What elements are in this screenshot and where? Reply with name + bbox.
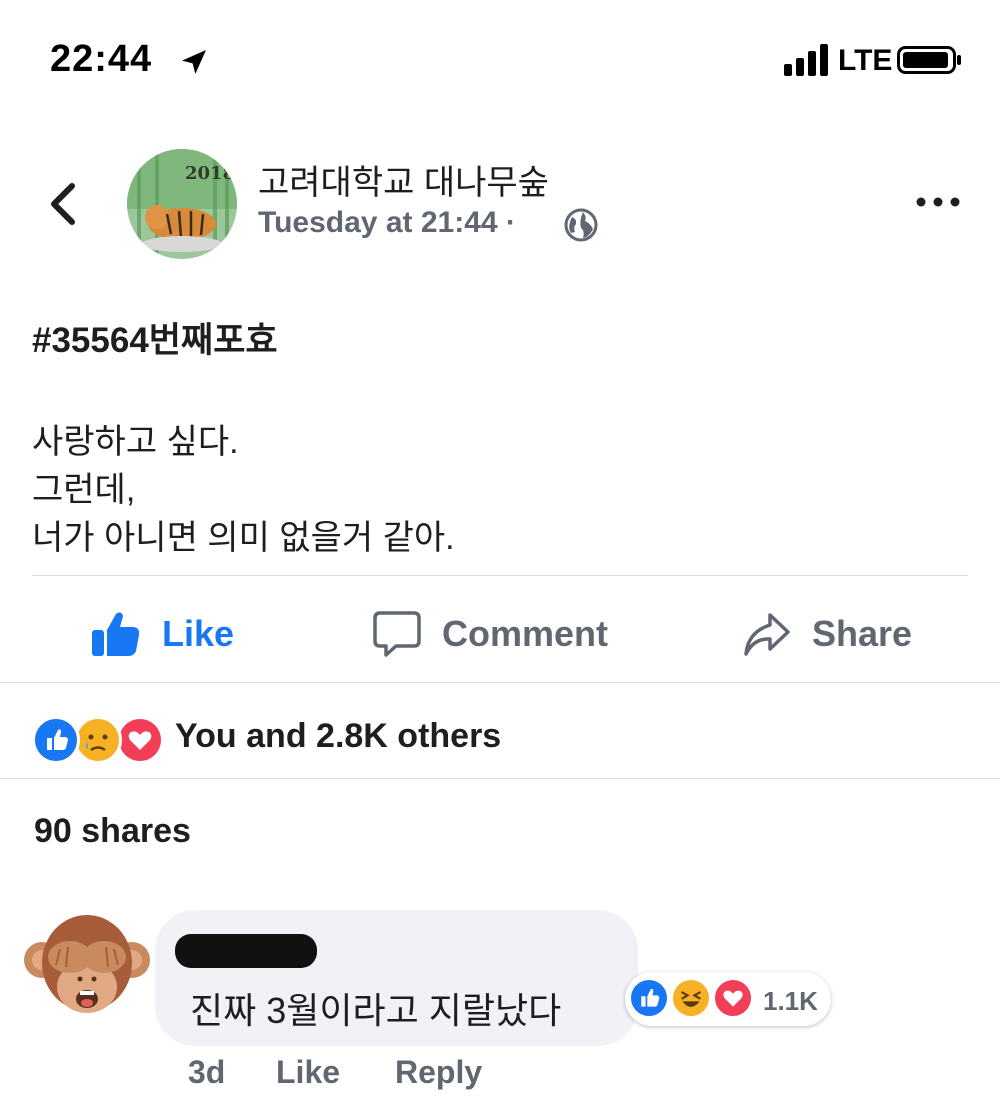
network-type: LTE: [838, 44, 893, 77]
divider: [0, 682, 1000, 683]
back-icon[interactable]: [42, 180, 82, 228]
reaction-summary[interactable]: You and 2.8K others: [175, 717, 501, 756]
tiger-avatar-image: 2018: [127, 149, 237, 259]
post-timestamp[interactable]: Tuesday at 21:44 ·: [258, 206, 516, 240]
like-button[interactable]: Like: [90, 606, 234, 662]
share-arrow-icon: [744, 613, 790, 656]
comment-text: 진짜 3월이라고 지랄났다: [190, 990, 562, 1031]
comment-button[interactable]: Comment: [372, 606, 608, 662]
more-options-icon[interactable]: [913, 192, 963, 212]
reaction-icons[interactable]: [32, 716, 164, 764]
separator-dot: ·: [505, 206, 516, 239]
page-name[interactable]: 고려대학교 대나무숲: [258, 155, 549, 204]
comment-time: 3d: [188, 1054, 226, 1090]
comment-reaction-count: 1.1K: [763, 986, 818, 1016]
comment-label: Comment: [442, 613, 609, 654]
comment-reply-link[interactable]: Reply: [395, 1054, 482, 1091]
comment-like-link[interactable]: Like: [276, 1054, 340, 1091]
like-reaction-icon: [32, 716, 80, 764]
love-reaction-icon: [116, 716, 164, 764]
globe-icon: [564, 208, 598, 242]
comment-reactions[interactable]: 1.1K: [625, 972, 831, 1026]
divider: [32, 575, 968, 576]
divider: [0, 778, 1000, 779]
location-arrow-icon: [182, 50, 206, 74]
monkey-avatar-icon[interactable]: [22, 905, 152, 1035]
comment-bubble-icon: [373, 611, 421, 657]
like-label: Like: [162, 613, 235, 654]
love-reaction-icon: [713, 978, 753, 1018]
sad-reaction-icon: [74, 716, 122, 764]
battery-icon: [897, 46, 961, 74]
status-time: 22:44: [50, 38, 153, 80]
like-reaction-icon: [629, 978, 669, 1018]
post-line: 그런데,: [32, 471, 136, 509]
haha-reaction-icon: [671, 978, 711, 1018]
signal-bars-icon: [784, 44, 828, 76]
post-line: 사랑하고 싶다.: [32, 423, 239, 461]
share-label: Share: [812, 613, 913, 654]
share-button[interactable]: Share: [742, 606, 912, 662]
page-avatar[interactable]: 2018: [127, 149, 237, 259]
timestamp-text: Tuesday at 21:44: [258, 206, 498, 239]
post-line: 너가 아니면 의미 없을거 같아.: [32, 519, 455, 557]
post-hashtag[interactable]: #35564번째포효: [32, 312, 278, 363]
shares-count[interactable]: 90 shares: [34, 812, 191, 851]
redacted-commenter-name: [175, 934, 317, 968]
svg-text:2018: 2018: [185, 163, 235, 184]
like-thumb-icon: [92, 612, 140, 656]
